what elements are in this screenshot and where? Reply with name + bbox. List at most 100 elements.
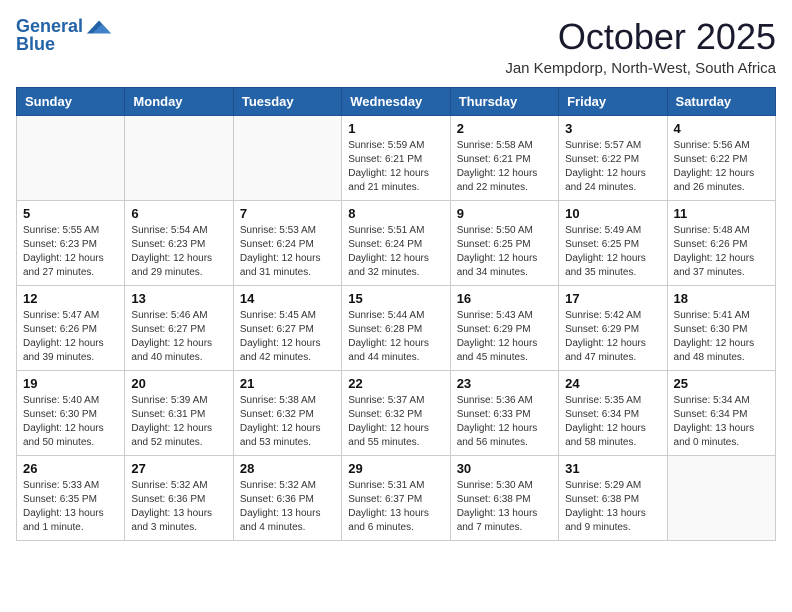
calendar-day-cell: 2Sunrise: 5:58 AMSunset: 6:21 PMDaylight…: [450, 116, 558, 201]
day-info: Sunrise: 5:43 AMSunset: 6:29 PMDaylight:…: [457, 309, 552, 365]
logo-icon: [85, 16, 113, 38]
day-number: 25: [674, 376, 769, 391]
calendar-day-cell: 12 Sunrise: 5:47 AMSunset: 6:26 PMDayligh…: [17, 286, 125, 371]
weekday-header: Tuesday: [233, 88, 341, 116]
day-number: 18: [674, 291, 769, 306]
day-number: 9: [457, 206, 552, 221]
day-number: 16: [457, 291, 552, 306]
calendar-day-cell: 7 Sunrise: 5:53 AMSunset: 6:24 PMDaylight…: [233, 201, 341, 286]
day-number: 8: [348, 206, 443, 221]
calendar-day-cell: 11Sunrise: 5:48 AMSunset: 6:26 PMDayligh…: [667, 201, 775, 286]
calendar-day-cell: 5Sunrise: 5:55 AMSunset: 6:23 PMDaylight…: [17, 201, 125, 286]
day-info: Sunrise: 5:50 AMSunset: 6:25 PMDaylight:…: [457, 224, 552, 280]
day-number: 6: [131, 206, 226, 221]
day-info: Sunrise: 5:39 AMSunset: 6:31 PMDaylight:…: [131, 394, 226, 450]
day-number: 29: [348, 461, 443, 476]
calendar-day-cell: 31 Sunrise: 5:29 AMSunset: 6:38 PMDayligh…: [559, 456, 667, 541]
day-number: 24: [565, 376, 660, 391]
day-info: Sunrise: 5:38 AMSunset: 6:32 PMDaylight:…: [240, 394, 335, 450]
weekday-header-row: SundayMondayTuesdayWednesdayThursdayFrid…: [17, 88, 776, 116]
month-title: October 2025: [505, 16, 776, 58]
calendar-table: SundayMondayTuesdayWednesdayThursdayFrid…: [16, 87, 776, 541]
day-number: 4: [674, 121, 769, 136]
day-info: Sunrise: 5:48 AMSunset: 6:26 PMDaylight:…: [674, 224, 769, 280]
day-info: Sunrise: 5:40 AMSunset: 6:30 PMDaylight:…: [23, 394, 118, 450]
weekday-header: Monday: [125, 88, 233, 116]
day-info: Sunrise: 5:47 AMSunset: 6:26 PMDaylight:…: [23, 309, 118, 365]
day-info: Sunrise: 5:45 AMSunset: 6:27 PMDaylight:…: [240, 309, 335, 365]
day-info: Sunrise: 5:41 AMSunset: 6:30 PMDaylight:…: [674, 309, 769, 365]
day-info: Sunrise: 5:35 AMSunset: 6:34 PMDaylight:…: [565, 394, 660, 450]
day-number: 28: [240, 461, 335, 476]
calendar-week-row: 19 Sunrise: 5:40 AMSunset: 6:30 PMDayligh…: [17, 371, 776, 456]
calendar-week-row: 26Sunrise: 5:33 AMSunset: 6:35 PMDayligh…: [17, 456, 776, 541]
calendar-day-cell: [17, 116, 125, 201]
calendar-day-cell: 27 Sunrise: 5:32 AMSunset: 6:36 PMDayligh…: [125, 456, 233, 541]
logo: General Blue: [16, 16, 113, 55]
day-info: Sunrise: 5:59 AMSunset: 6:21 PMDaylight:…: [348, 139, 443, 195]
day-info: Sunrise: 5:42 AMSunset: 6:29 PMDaylight:…: [565, 309, 660, 365]
calendar-day-cell: [667, 456, 775, 541]
day-number: 5: [23, 206, 118, 221]
day-info: Sunrise: 5:32 AMSunset: 6:36 PMDaylight:…: [131, 479, 226, 535]
day-number: 10: [565, 206, 660, 221]
calendar-day-cell: 29 Sunrise: 5:31 AMSunset: 6:37 PMDayligh…: [342, 456, 450, 541]
day-number: 21: [240, 376, 335, 391]
day-info: Sunrise: 5:49 AMSunset: 6:25 PMDaylight:…: [565, 224, 660, 280]
day-number: 14: [240, 291, 335, 306]
calendar-day-cell: 15Sunrise: 5:44 AMSunset: 6:28 PMDayligh…: [342, 286, 450, 371]
calendar-week-row: 12 Sunrise: 5:47 AMSunset: 6:26 PMDayligh…: [17, 286, 776, 371]
day-info: Sunrise: 5:34 AMSunset: 6:34 PMDaylight:…: [674, 394, 769, 450]
day-number: 12: [23, 291, 118, 306]
calendar-day-cell: 16 Sunrise: 5:43 AMSunset: 6:29 PMDayligh…: [450, 286, 558, 371]
title-section: October 2025 Jan Kempdorp, North-West, S…: [505, 16, 776, 77]
calendar-day-cell: 26Sunrise: 5:33 AMSunset: 6:35 PMDayligh…: [17, 456, 125, 541]
day-info: Sunrise: 5:53 AMSunset: 6:24 PMDaylight:…: [240, 224, 335, 280]
day-number: 20: [131, 376, 226, 391]
day-info: Sunrise: 5:37 AMSunset: 6:32 PMDaylight:…: [348, 394, 443, 450]
day-number: 23: [457, 376, 552, 391]
calendar-day-cell: 19 Sunrise: 5:40 AMSunset: 6:30 PMDayligh…: [17, 371, 125, 456]
day-info: Sunrise: 5:57 AMSunset: 6:22 PMDaylight:…: [565, 139, 660, 195]
calendar-day-cell: 8Sunrise: 5:51 AMSunset: 6:24 PMDaylight…: [342, 201, 450, 286]
weekday-header: Friday: [559, 88, 667, 116]
calendar-day-cell: 22 Sunrise: 5:37 AMSunset: 6:32 PMDayligh…: [342, 371, 450, 456]
day-number: 22: [348, 376, 443, 391]
day-info: Sunrise: 5:33 AMSunset: 6:35 PMDaylight:…: [23, 479, 118, 535]
calendar-day-cell: 6 Sunrise: 5:54 AMSunset: 6:23 PMDaylight…: [125, 201, 233, 286]
day-number: 27: [131, 461, 226, 476]
weekday-header: Thursday: [450, 88, 558, 116]
day-number: 30: [457, 461, 552, 476]
calendar-day-cell: 1 Sunrise: 5:59 AMSunset: 6:21 PMDaylight…: [342, 116, 450, 201]
calendar-day-cell: 4Sunrise: 5:56 AMSunset: 6:22 PMDaylight…: [667, 116, 775, 201]
calendar-day-cell: 3 Sunrise: 5:57 AMSunset: 6:22 PMDaylight…: [559, 116, 667, 201]
calendar-day-cell: 28Sunrise: 5:32 AMSunset: 6:36 PMDayligh…: [233, 456, 341, 541]
calendar-day-cell: 25 Sunrise: 5:34 AMSunset: 6:34 PMDayligh…: [667, 371, 775, 456]
calendar-day-cell: 21 Sunrise: 5:38 AMSunset: 6:32 PMDayligh…: [233, 371, 341, 456]
calendar-day-cell: 9 Sunrise: 5:50 AMSunset: 6:25 PMDaylight…: [450, 201, 558, 286]
calendar-day-cell: 13 Sunrise: 5:46 AMSunset: 6:27 PMDayligh…: [125, 286, 233, 371]
day-number: 13: [131, 291, 226, 306]
day-info: Sunrise: 5:31 AMSunset: 6:37 PMDaylight:…: [348, 479, 443, 535]
weekday-header: Sunday: [17, 88, 125, 116]
day-number: 3: [565, 121, 660, 136]
day-number: 1: [348, 121, 443, 136]
day-info: Sunrise: 5:30 AMSunset: 6:38 PMDaylight:…: [457, 479, 552, 535]
day-info: Sunrise: 5:46 AMSunset: 6:27 PMDaylight:…: [131, 309, 226, 365]
weekday-header: Saturday: [667, 88, 775, 116]
calendar-week-row: 5Sunrise: 5:55 AMSunset: 6:23 PMDaylight…: [17, 201, 776, 286]
calendar-day-cell: 17Sunrise: 5:42 AMSunset: 6:29 PMDayligh…: [559, 286, 667, 371]
calendar-week-row: 1 Sunrise: 5:59 AMSunset: 6:21 PMDaylight…: [17, 116, 776, 201]
day-info: Sunrise: 5:29 AMSunset: 6:38 PMDaylight:…: [565, 479, 660, 535]
page-header: General Blue October 2025 Jan Kempdorp, …: [16, 16, 776, 77]
day-info: Sunrise: 5:58 AMSunset: 6:21 PMDaylight:…: [457, 139, 552, 195]
weekday-header: Wednesday: [342, 88, 450, 116]
calendar-day-cell: 10 Sunrise: 5:49 AMSunset: 6:25 PMDayligh…: [559, 201, 667, 286]
day-number: 19: [23, 376, 118, 391]
day-number: 31: [565, 461, 660, 476]
calendar-day-cell: 23Sunrise: 5:36 AMSunset: 6:33 PMDayligh…: [450, 371, 558, 456]
day-number: 7: [240, 206, 335, 221]
day-info: Sunrise: 5:54 AMSunset: 6:23 PMDaylight:…: [131, 224, 226, 280]
day-info: Sunrise: 5:44 AMSunset: 6:28 PMDaylight:…: [348, 309, 443, 365]
calendar-day-cell: 14 Sunrise: 5:45 AMSunset: 6:27 PMDayligh…: [233, 286, 341, 371]
